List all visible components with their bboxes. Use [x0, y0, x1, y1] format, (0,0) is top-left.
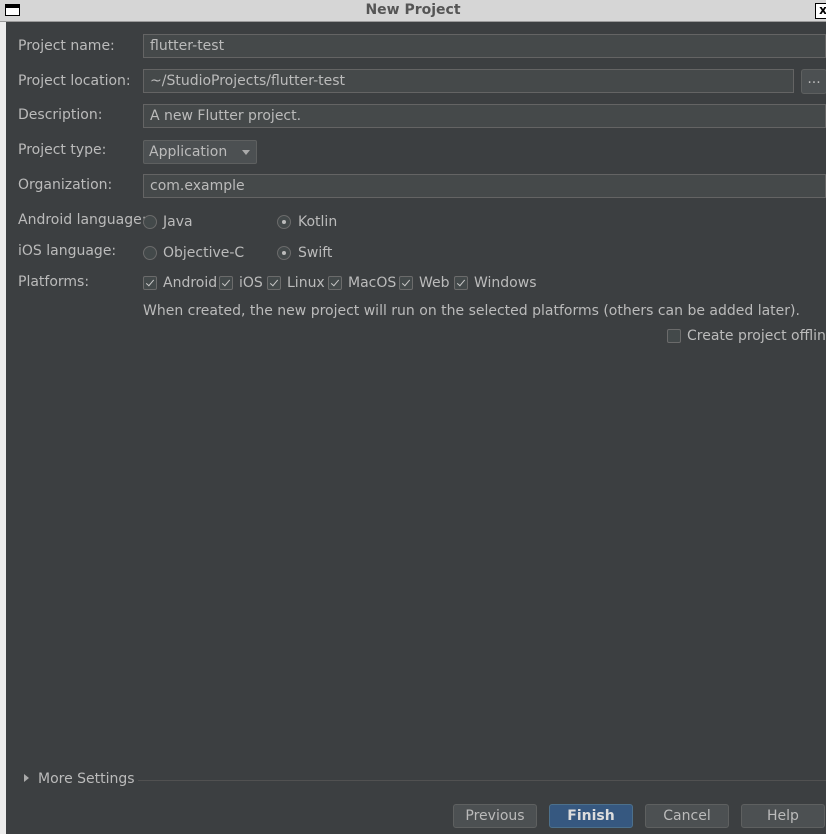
checkbox-windows-label[interactable]: Windows — [474, 275, 537, 291]
window-title: New Project — [365, 2, 461, 18]
radio-swift-label[interactable]: Swift — [298, 245, 332, 261]
divider — [138, 780, 826, 781]
project-type-dropdown[interactable]: Application — [143, 140, 257, 164]
radio-swift[interactable] — [277, 246, 291, 260]
radio-kotlin[interactable] — [277, 215, 291, 229]
radio-objective-c-label[interactable]: Objective-C — [163, 245, 244, 261]
checkbox-android[interactable] — [143, 276, 157, 290]
android-language-label: Android language: — [18, 212, 147, 228]
checkbox-macos-label[interactable]: MacOS — [348, 275, 396, 291]
organization-input[interactable]: com.example — [143, 174, 826, 198]
project-location-input[interactable]: ~/StudioProjects/flutter-test — [143, 69, 794, 93]
radio-objective-c[interactable] — [143, 246, 157, 260]
checkbox-android-label[interactable]: Android — [163, 275, 217, 291]
checkbox-ios[interactable] — [219, 276, 233, 290]
cancel-button[interactable]: Cancel — [645, 804, 729, 828]
help-button[interactable]: Help — [741, 804, 825, 828]
checkbox-windows[interactable] — [454, 276, 468, 290]
checkbox-web[interactable] — [399, 276, 413, 290]
project-type-value: Application — [149, 144, 228, 160]
description-label: Description: — [18, 107, 103, 123]
chevron-right-icon[interactable] — [24, 774, 29, 782]
radio-kotlin-label[interactable]: Kotlin — [298, 214, 337, 230]
checkbox-web-label[interactable]: Web — [419, 275, 450, 291]
description-input[interactable]: A new Flutter project. — [143, 104, 826, 128]
platforms-hint: When created, the new project will run o… — [143, 303, 800, 319]
close-icon[interactable]: x — [815, 3, 826, 19]
checkbox-create-offline-label[interactable]: Create project offline — [687, 328, 826, 344]
checkbox-macos[interactable] — [328, 276, 342, 290]
project-name-label: Project name: — [18, 38, 115, 54]
radio-java[interactable] — [143, 215, 157, 229]
project-type-label: Project type: — [18, 142, 107, 158]
checkbox-ios-label[interactable]: iOS — [239, 275, 263, 291]
checkbox-linux[interactable] — [267, 276, 281, 290]
checkbox-linux-label[interactable]: Linux — [287, 275, 325, 291]
platforms-label: Platforms: — [18, 274, 90, 290]
finish-button[interactable]: Finish — [549, 804, 633, 828]
ios-language-label: iOS language: — [18, 243, 117, 259]
browse-location-button[interactable]: ... — [801, 69, 826, 94]
organization-label: Organization: — [18, 177, 113, 193]
more-settings-toggle[interactable]: More Settings — [38, 771, 135, 787]
radio-java-label[interactable]: Java — [163, 214, 193, 230]
chevron-down-icon — [242, 150, 250, 155]
title-bar: New Project x — [0, 0, 826, 22]
window-border — [0, 22, 6, 834]
project-location-label: Project location: — [18, 73, 131, 89]
previous-button[interactable]: Previous — [453, 804, 537, 828]
checkbox-create-offline[interactable] — [667, 329, 681, 343]
project-name-input[interactable]: flutter-test — [143, 34, 826, 58]
